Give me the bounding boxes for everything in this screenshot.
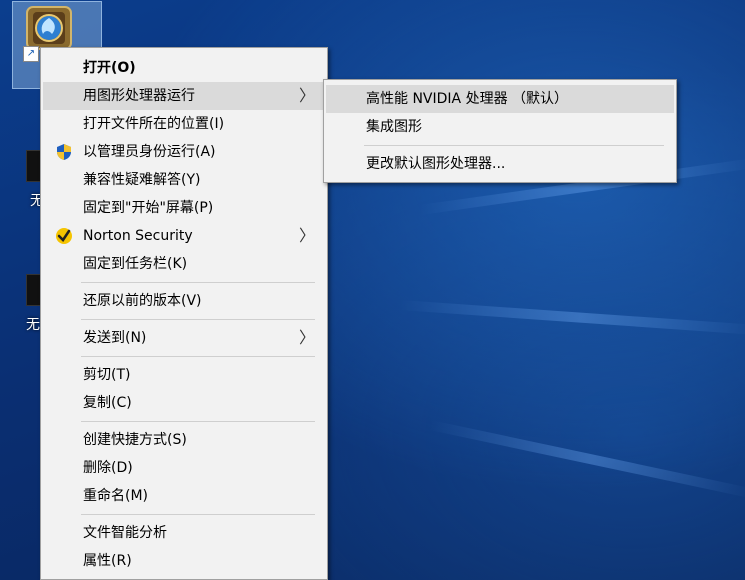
chevron-right-icon: 〉 <box>298 86 315 105</box>
gpu-submenu: 高性能 NVIDIA 处理器 （默认） 集成图形 更改默认图形处理器... <box>323 79 677 183</box>
context-menu: 打开(O) 用图形处理器运行 〉 打开文件所在的位置(I) 以管理员身份运行(A… <box>40 47 328 580</box>
menu-item-label: 打开文件所在的位置(I) <box>83 116 225 132</box>
submenu-item-label: 高性能 NVIDIA 处理器 （默认） <box>366 91 569 107</box>
submenu-item-label: 更改默认图形处理器... <box>366 156 506 172</box>
menu-separator <box>81 356 315 357</box>
menu-item-compat-troubleshoot[interactable]: 兼容性疑难解答(Y) <box>43 166 325 194</box>
menu-item-properties[interactable]: 属性(R) <box>43 547 325 575</box>
menu-item-send-to[interactable]: 发送到(N) 〉 <box>43 324 325 352</box>
menu-item-pin-to-taskbar[interactable]: 固定到任务栏(K) <box>43 250 325 278</box>
menu-item-label: 发送到(N) <box>83 330 147 346</box>
menu-item-restore-previous-versions[interactable]: 还原以前的版本(V) <box>43 287 325 315</box>
menu-item-label: 用图形处理器运行 <box>83 88 195 104</box>
menu-item-norton-security[interactable]: Norton Security 〉 <box>43 222 325 250</box>
submenu-item-change-default-gpu[interactable]: 更改默认图形处理器... <box>326 150 674 178</box>
norton-check-icon <box>55 227 73 245</box>
menu-item-label: 删除(D) <box>83 460 133 476</box>
chevron-right-icon: 〉 <box>298 328 315 347</box>
menu-separator <box>81 282 315 283</box>
menu-item-cut[interactable]: 剪切(T) <box>43 361 325 389</box>
menu-separator <box>81 514 315 515</box>
menu-item-smart-file-analysis[interactable]: 文件智能分析 <box>43 519 325 547</box>
menu-item-run-as-admin[interactable]: 以管理员身份运行(A) <box>43 138 325 166</box>
menu-item-copy[interactable]: 复制(C) <box>43 389 325 417</box>
submenu-item-integrated-graphics[interactable]: 集成图形 <box>326 113 674 141</box>
wallpaper-beam <box>428 420 745 499</box>
chevron-right-icon: 〉 <box>298 226 315 245</box>
wallpaper-beam <box>399 300 745 336</box>
menu-item-label: 兼容性疑难解答(Y) <box>83 172 201 188</box>
shortcut-arrow-icon: ↗ <box>23 46 39 62</box>
menu-item-create-shortcut[interactable]: 创建快捷方式(S) <box>43 426 325 454</box>
uac-shield-icon <box>55 143 73 161</box>
submenu-item-label: 集成图形 <box>366 119 422 135</box>
menu-item-open-file-location[interactable]: 打开文件所在的位置(I) <box>43 110 325 138</box>
submenu-item-nvidia-high-performance[interactable]: 高性能 NVIDIA 处理器 （默认） <box>326 85 674 113</box>
menu-item-label: 还原以前的版本(V) <box>83 293 202 309</box>
menu-item-label: 创建快捷方式(S) <box>83 432 187 448</box>
menu-item-open[interactable]: 打开(O) <box>43 54 325 82</box>
desktop-icon-label[interactable]: 无 <box>26 314 40 334</box>
hearthstone-icon[interactable] <box>24 4 74 52</box>
menu-item-label: 属性(R) <box>83 553 132 569</box>
menu-item-label: Norton Security <box>83 228 193 244</box>
submenu-separator <box>364 145 664 146</box>
menu-item-label: 固定到任务栏(K) <box>83 256 188 272</box>
menu-item-label: 重命名(M) <box>83 488 149 504</box>
menu-separator <box>81 319 315 320</box>
menu-item-label: 剪切(T) <box>83 367 131 383</box>
menu-item-run-with-gpu[interactable]: 用图形处理器运行 〉 <box>43 82 325 110</box>
menu-separator <box>81 421 315 422</box>
menu-item-label: 以管理员身份运行(A) <box>83 144 216 160</box>
menu-item-label: 复制(C) <box>83 395 132 411</box>
menu-item-label: 打开(O) <box>83 60 136 76</box>
menu-item-pin-to-start[interactable]: 固定到"开始"屏幕(P) <box>43 194 325 222</box>
menu-item-delete[interactable]: 删除(D) <box>43 454 325 482</box>
menu-item-rename[interactable]: 重命名(M) <box>43 482 325 510</box>
menu-item-label: 文件智能分析 <box>83 525 167 541</box>
menu-item-label: 固定到"开始"屏幕(P) <box>83 200 214 216</box>
